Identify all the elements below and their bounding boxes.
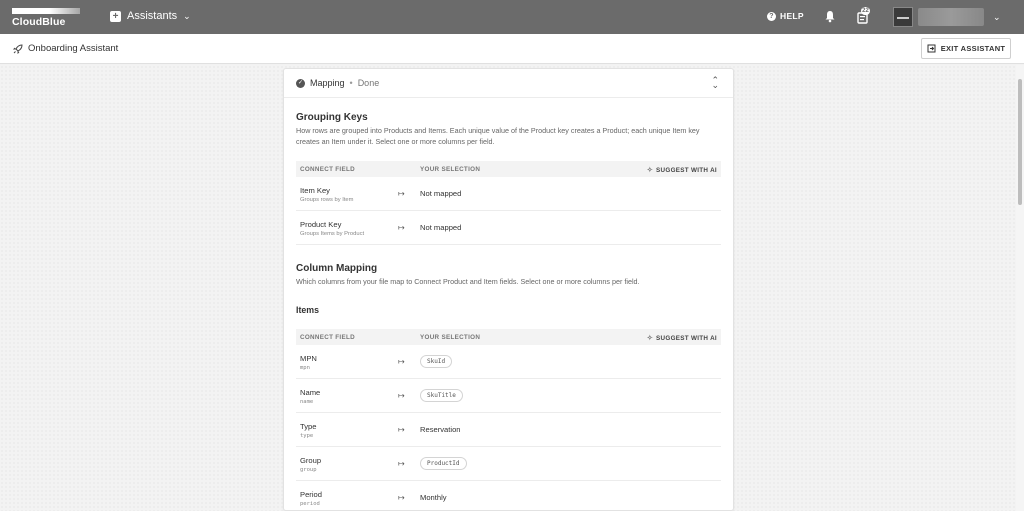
header-your-selection: YOUR SELECTION — [420, 334, 481, 341]
table-row[interactable]: Type type ↦ Reservation — [296, 413, 721, 447]
table-row[interactable]: Item Key Groups rows by Item ↦ Not mappe… — [296, 177, 721, 211]
table-row[interactable]: MPN mpn ↦ SkuId — [296, 345, 721, 379]
notifications-bell-icon[interactable] — [824, 10, 836, 23]
grouping-keys-table: CONNECT FIELD YOUR SELECTION ✧ SUGGEST W… — [296, 161, 721, 245]
selection-value[interactable]: Not mapped — [420, 223, 461, 232]
user-name-redacted — [918, 8, 984, 26]
exit-icon — [927, 44, 936, 53]
column-mapping-description: Which columns from your file map to Conn… — [296, 277, 640, 286]
table-header: CONNECT FIELD YOUR SELECTION ✧ SUGGEST W… — [296, 329, 721, 345]
help-circle-icon: ? — [767, 11, 776, 21]
field-key: period — [300, 501, 320, 507]
rocket-icon — [13, 43, 23, 54]
page-title: Onboarding Assistant — [13, 43, 118, 54]
app-switcher[interactable]: + Assistants ⌄ — [110, 10, 191, 22]
sparkle-icon: ✧ — [646, 335, 654, 342]
maps-to-arrow-icon: ↦ — [398, 459, 405, 468]
field-key: mpn — [300, 365, 310, 371]
suggest-with-ai-label: SUGGEST WITH AI — [656, 334, 717, 342]
field-description: Groups Items by Product — [300, 231, 365, 237]
maps-to-arrow-icon: ↦ — [398, 189, 405, 198]
app-switcher-label: Assistants — [127, 10, 178, 22]
check-circle-icon: ✓ — [296, 78, 305, 88]
table-row[interactable]: Product Key Groups Items by Product ↦ No… — [296, 211, 721, 245]
suggest-with-ai-label: SUGGEST WITH AI — [656, 166, 717, 174]
step-state: Done — [357, 78, 380, 88]
sparkle-icon: ✧ — [646, 167, 654, 174]
maps-to-arrow-icon: ↦ — [398, 391, 405, 400]
field-name: Product Key — [300, 220, 342, 229]
maps-to-arrow-icon: ↦ — [398, 223, 405, 232]
column-mapping-table: CONNECT FIELD YOUR SELECTION ✧ SUGGEST W… — [296, 329, 721, 510]
chevron-down-icon: ⌄ — [183, 10, 191, 21]
suggest-with-ai-button[interactable]: ✧ SUGGEST WITH AI — [646, 166, 717, 175]
selection-value[interactable]: Reservation — [420, 425, 461, 434]
table-row[interactable]: Group group ↦ ProductId — [296, 447, 721, 481]
field-name: Group — [300, 456, 322, 465]
table-row[interactable]: Period period ↦ Monthly — [296, 481, 721, 510]
logo-text: CloudBlue — [12, 16, 66, 28]
exit-assistant-button[interactable]: EXIT ASSISTANT — [921, 38, 1011, 59]
table-header: CONNECT FIELD YOUR SELECTION ✧ SUGGEST W… — [296, 161, 721, 177]
header-your-selection: YOUR SELECTION — [420, 166, 481, 173]
avatar — [893, 7, 913, 27]
chevron-down-icon: ⌄ — [993, 11, 1001, 22]
field-name: Type — [300, 422, 317, 431]
separator-dot: • — [349, 78, 353, 88]
items-subtitle: Items — [296, 305, 319, 315]
selection-value[interactable]: Not mapped — [420, 189, 461, 198]
field-name: Item Key — [300, 186, 330, 195]
logo-bar — [12, 8, 80, 14]
column-chip[interactable]: ProductId — [420, 457, 467, 470]
help-label: HELP — [780, 11, 804, 21]
exit-assistant-label: EXIT ASSISTANT — [940, 44, 1006, 53]
grouping-keys-title: Grouping Keys — [296, 112, 368, 123]
page-title-text: Onboarding Assistant — [28, 43, 119, 54]
field-key: type — [300, 433, 314, 439]
scrollbar[interactable] — [1016, 65, 1024, 511]
column-chip[interactable]: SkuTitle — [420, 389, 463, 402]
column-chip[interactable]: SkuId — [420, 355, 453, 368]
field-name: Period — [300, 490, 322, 499]
plus-square-icon: + — [110, 10, 121, 22]
top-app-bar: CloudBlue + Assistants ⌄ ? HELP 22 ⌄ — [0, 0, 1024, 34]
field-name: Name — [300, 388, 321, 397]
maps-to-arrow-icon: ↦ — [398, 493, 405, 502]
mapping-card: ✓ Mapping • Done ⌃ ⌄ Grouping Keys How ro… — [283, 68, 734, 511]
selection-value[interactable]: Monthly — [420, 493, 447, 502]
assistant-header: Onboarding Assistant — [0, 34, 1024, 64]
field-key: name — [300, 399, 314, 405]
step-name: Mapping — [310, 78, 345, 88]
user-menu[interactable]: ⌄ — [893, 7, 1001, 27]
cloudblue-logo[interactable]: CloudBlue — [12, 8, 82, 28]
suggest-with-ai-button[interactable]: ✧ SUGGEST WITH AI — [646, 334, 717, 343]
table-row[interactable]: Name name ↦ SkuTitle — [296, 379, 721, 413]
header-connect-field: CONNECT FIELD — [300, 166, 355, 173]
scrollbar-thumb[interactable] — [1018, 79, 1022, 205]
field-description: Groups rows by Item — [300, 197, 354, 203]
maps-to-arrow-icon: ↦ — [398, 425, 405, 434]
column-mapping-title: Column Mapping — [296, 263, 378, 274]
header-connect-field: CONNECT FIELD — [300, 334, 355, 341]
tasks-count-badge: 22 — [861, 7, 870, 15]
maps-to-arrow-icon: ↦ — [398, 357, 405, 366]
collapse-icon[interactable]: ⌃ ⌄ — [711, 76, 719, 90]
help-button[interactable]: ? HELP — [767, 11, 804, 21]
tasks-button[interactable]: 22 — [856, 7, 870, 24]
field-key: group — [300, 467, 317, 473]
field-name: MPN — [300, 354, 317, 363]
grouping-keys-description: How rows are grouped into Products and I… — [296, 126, 700, 146]
card-header[interactable]: ✓ Mapping • Done ⌃ ⌄ — [284, 69, 733, 98]
